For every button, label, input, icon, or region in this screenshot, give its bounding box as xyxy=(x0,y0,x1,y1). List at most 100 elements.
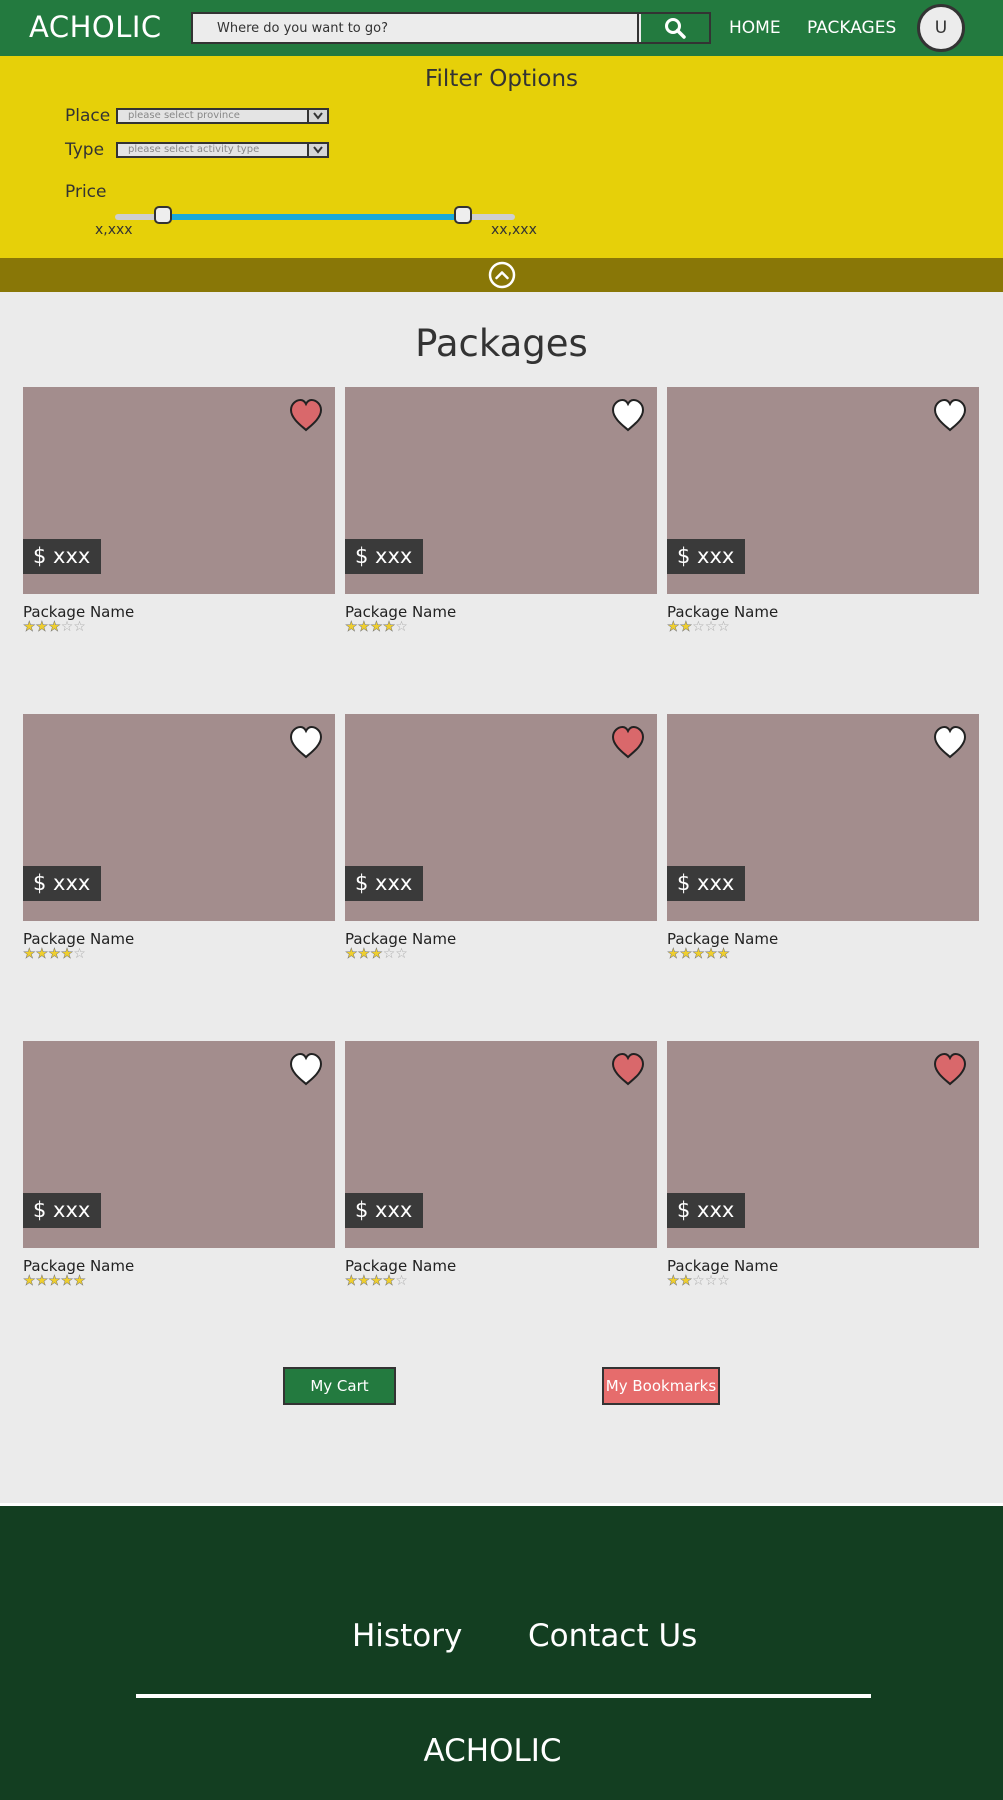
star-rating: ★★★★★ xyxy=(23,1273,86,1289)
star-filled-icon: ★ xyxy=(48,619,61,635)
star-rating: ★★★★☆ xyxy=(345,619,408,635)
package-image[interactable]: $ xxx xyxy=(345,387,657,594)
star-filled-icon: ★ xyxy=(345,619,358,635)
user-avatar[interactable]: U xyxy=(917,4,965,52)
price-max-handle[interactable] xyxy=(454,206,472,224)
package-image[interactable]: $ xxx xyxy=(23,714,335,921)
star-empty-icon: ☆ xyxy=(692,1273,705,1289)
star-empty-icon: ☆ xyxy=(395,1273,408,1289)
heart-icon[interactable] xyxy=(287,397,325,435)
my-cart-button[interactable]: My Cart xyxy=(283,1367,396,1405)
star-rating: ★★★★☆ xyxy=(23,946,86,962)
packages-title: Packages xyxy=(415,322,588,365)
package-card[interactable]: $ xxx Package Name ★★★☆☆ xyxy=(345,714,657,961)
nav-home[interactable]: HOME xyxy=(729,18,781,38)
site-logo[interactable]: ACHOLIC xyxy=(29,10,162,44)
package-image[interactable]: $ xxx xyxy=(667,387,979,594)
star-filled-icon: ★ xyxy=(370,619,383,635)
price-range-fill xyxy=(163,214,463,220)
heart-icon[interactable] xyxy=(931,724,969,762)
my-bookmarks-button[interactable]: My Bookmarks xyxy=(602,1367,720,1405)
heart-icon[interactable] xyxy=(931,397,969,435)
star-empty-icon: ☆ xyxy=(704,619,718,635)
filter-title: Filter Options xyxy=(424,66,578,92)
star-filled-icon: ★ xyxy=(370,946,383,962)
search-button[interactable] xyxy=(641,14,709,42)
package-card[interactable]: $ xxx Package Name ★★★★☆ xyxy=(345,1041,657,1288)
package-card[interactable]: $ xxx Package Name ★★★★☆ xyxy=(345,387,657,634)
star-filled-icon: ★ xyxy=(357,1273,371,1289)
star-rating: ★★★☆☆ xyxy=(345,946,408,962)
filter-collapse-toggle[interactable] xyxy=(0,258,1003,292)
star-filled-icon: ★ xyxy=(35,946,49,962)
star-filled-icon: ★ xyxy=(60,1273,74,1289)
star-filled-icon: ★ xyxy=(73,1273,86,1289)
price-badge: $ xxx xyxy=(345,866,423,901)
star-filled-icon: ★ xyxy=(704,946,718,962)
star-empty-icon: ☆ xyxy=(73,619,86,635)
package-card[interactable]: $ xxx Package Name ★★★★☆ xyxy=(23,714,335,961)
star-rating: ★★★★☆ xyxy=(345,1273,408,1289)
filter-panel: Filter Options Place please select provi… xyxy=(0,56,1003,258)
type-label: Type xyxy=(65,140,105,160)
star-filled-icon: ★ xyxy=(23,619,36,635)
package-card[interactable]: $ xxx Package Name ★★☆☆☆ xyxy=(667,1041,979,1288)
package-image[interactable]: $ xxx xyxy=(345,714,657,921)
star-empty-icon: ☆ xyxy=(60,619,74,635)
heart-icon[interactable] xyxy=(609,1051,647,1089)
place-select[interactable]: please select province xyxy=(116,108,329,124)
heart-icon[interactable] xyxy=(609,724,647,762)
price-badge: $ xxx xyxy=(667,539,745,574)
star-filled-icon: ★ xyxy=(382,1273,396,1289)
star-rating: ★★★★★ xyxy=(667,946,730,962)
star-filled-icon: ★ xyxy=(48,1273,61,1289)
search-bar xyxy=(191,12,711,44)
price-badge: $ xxx xyxy=(23,1193,101,1228)
heart-icon[interactable] xyxy=(609,397,647,435)
type-select[interactable]: please select activity type xyxy=(116,142,329,158)
search-icon xyxy=(665,18,686,39)
star-empty-icon: ☆ xyxy=(395,619,408,635)
package-card[interactable]: $ xxx Package Name ★★★★★ xyxy=(23,1041,335,1288)
star-filled-icon: ★ xyxy=(23,1273,36,1289)
heart-icon[interactable] xyxy=(287,1051,325,1089)
star-filled-icon: ★ xyxy=(679,946,693,962)
price-max-value: xx,xxx xyxy=(491,222,537,238)
star-filled-icon: ★ xyxy=(35,1273,49,1289)
package-card[interactable]: $ xxx Package Name ★★☆☆☆ xyxy=(667,387,979,634)
price-label: Price xyxy=(65,182,107,202)
package-image[interactable]: $ xxx xyxy=(667,1041,979,1248)
nav-packages[interactable]: PACKAGES xyxy=(807,18,896,38)
footer-history-link[interactable]: History xyxy=(352,1618,462,1654)
star-empty-icon: ☆ xyxy=(717,619,730,635)
price-min-handle[interactable] xyxy=(154,206,172,224)
heart-icon[interactable] xyxy=(287,724,325,762)
heart-icon[interactable] xyxy=(931,1051,969,1089)
star-filled-icon: ★ xyxy=(717,946,730,962)
place-select-value: please select province xyxy=(128,110,240,121)
star-filled-icon: ★ xyxy=(667,946,680,962)
package-image[interactable]: $ xxx xyxy=(23,387,335,594)
price-range-slider[interactable] xyxy=(115,206,515,224)
footer-logo: ACHOLIC xyxy=(423,1733,562,1769)
footer-contact-link[interactable]: Contact Us xyxy=(528,1618,697,1654)
package-image[interactable]: $ xxx xyxy=(345,1041,657,1248)
footer-divider xyxy=(136,1694,871,1698)
star-filled-icon: ★ xyxy=(692,946,705,962)
star-empty-icon: ☆ xyxy=(717,1273,730,1289)
place-label: Place xyxy=(65,106,111,126)
type-select-value: please select activity type xyxy=(128,144,260,155)
star-filled-icon: ★ xyxy=(667,619,680,635)
price-badge: $ xxx xyxy=(23,539,101,574)
footer: History Contact Us ACHOLIC xyxy=(0,1503,1003,1800)
package-card[interactable]: $ xxx Package Name ★★★★★ xyxy=(667,714,979,961)
price-min-value: x,xxx xyxy=(95,222,133,238)
star-filled-icon: ★ xyxy=(357,946,371,962)
package-image[interactable]: $ xxx xyxy=(23,1041,335,1248)
package-image[interactable]: $ xxx xyxy=(667,714,979,921)
price-badge: $ xxx xyxy=(345,539,423,574)
star-empty-icon: ☆ xyxy=(692,619,705,635)
search-input[interactable] xyxy=(193,14,639,42)
star-empty-icon: ☆ xyxy=(382,946,396,962)
package-card[interactable]: $ xxx Package Name ★★★☆☆ xyxy=(23,387,335,634)
